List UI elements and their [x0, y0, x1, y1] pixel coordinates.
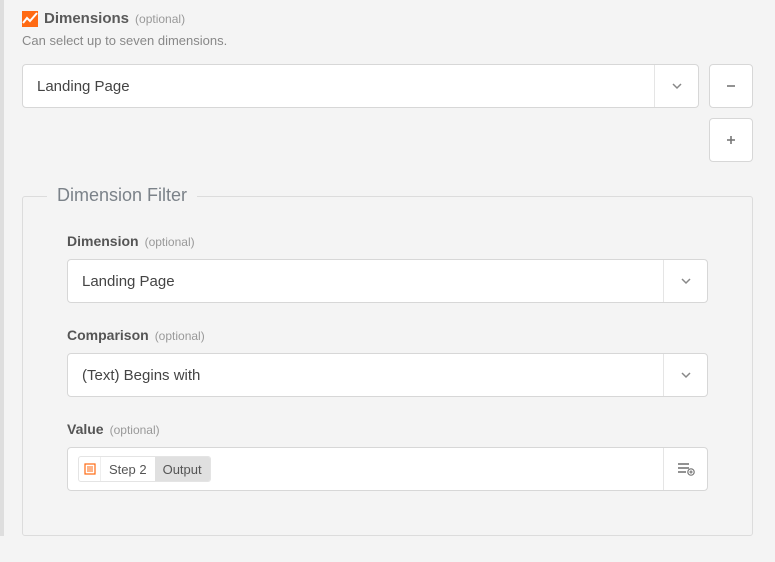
dimensions-helper: Can select up to seven dimensions. [22, 33, 753, 48]
value-pill-sub: Output [155, 457, 210, 481]
chevron-down-icon [680, 369, 692, 381]
dimensions-select-toggle[interactable] [654, 65, 698, 107]
filter-comparison-label-text: Comparison [67, 327, 149, 343]
step-icon [79, 457, 101, 481]
filter-comparison-value: (Text) Begins with [68, 354, 663, 396]
filter-dimension-optional: (optional) [145, 235, 195, 249]
value-insert-button[interactable] [663, 448, 707, 490]
filter-dimension-label: Dimension (optional) [67, 233, 708, 249]
chevron-down-icon [680, 275, 692, 287]
dimensions-optional: (optional) [135, 12, 185, 26]
value-pill-main: Step 2 [101, 457, 155, 481]
filter-comparison-select[interactable]: (Text) Begins with [67, 353, 708, 397]
dimension-filter-legend: Dimension Filter [47, 185, 197, 206]
filter-dimension-toggle[interactable] [663, 260, 707, 302]
filter-value-input[interactable]: Step 2 Output [67, 447, 708, 491]
dimensions-header: Dimensions (optional) [22, 10, 753, 27]
filter-value-label-text: Value [67, 421, 104, 437]
filter-value-optional: (optional) [110, 423, 160, 437]
add-dimension-button[interactable] [709, 118, 753, 162]
dimensions-title: Dimensions [44, 10, 129, 27]
chevron-down-icon [671, 80, 683, 92]
filter-dimension-value: Landing Page [68, 260, 663, 302]
plus-icon [725, 134, 737, 146]
filter-dimension-label-text: Dimension [67, 233, 139, 249]
dimensions-select-value: Landing Page [23, 65, 654, 107]
analytics-icon [22, 11, 38, 27]
filter-value-label: Value (optional) [67, 421, 708, 437]
remove-dimension-button[interactable] [709, 64, 753, 108]
filter-dimension-select[interactable]: Landing Page [67, 259, 708, 303]
dimensions-select[interactable]: Landing Page [22, 64, 699, 108]
list-add-icon [677, 461, 695, 477]
filter-comparison-toggle[interactable] [663, 354, 707, 396]
minus-icon [725, 80, 737, 92]
filter-comparison-optional: (optional) [155, 329, 205, 343]
value-pill[interactable]: Step 2 Output [78, 456, 211, 482]
dimension-filter-fieldset: Dimension Filter Dimension (optional) La… [22, 196, 753, 536]
filter-comparison-label: Comparison (optional) [67, 327, 708, 343]
